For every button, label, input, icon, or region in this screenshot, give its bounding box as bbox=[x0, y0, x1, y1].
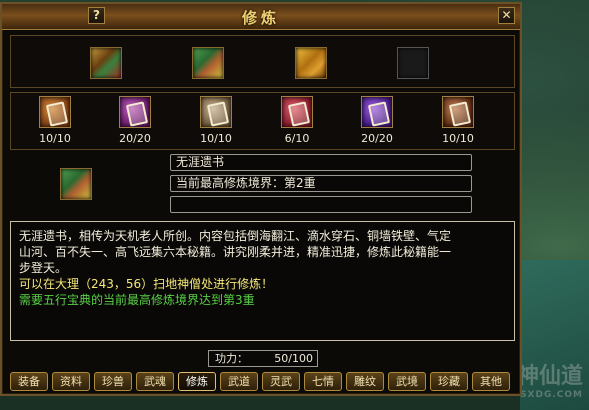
tab-spirit-weapon[interactable]: 灵武 bbox=[262, 372, 300, 391]
scroll-count: 10/10 bbox=[200, 132, 232, 145]
tab-cultivation[interactable]: 修炼 bbox=[178, 372, 216, 391]
close-button[interactable]: ✕ bbox=[498, 7, 515, 24]
tab-profile[interactable]: 资料 bbox=[52, 372, 90, 391]
tab-emotions[interactable]: 七情 bbox=[304, 372, 342, 391]
watermark-text: 神仙道 bbox=[516, 364, 583, 389]
watermark: 神仙道 SXDG.COM bbox=[517, 358, 583, 400]
scroll-count: 6/10 bbox=[284, 132, 310, 145]
scroll-icon[interactable] bbox=[361, 96, 393, 128]
tab-other[interactable]: 其他 bbox=[472, 372, 510, 391]
book-icon[interactable] bbox=[90, 47, 122, 79]
selected-book-icon[interactable] bbox=[60, 168, 92, 200]
book-name-field: 无涯遗书 bbox=[170, 154, 472, 171]
cultivation-window: ? 修炼 ✕ 10/10 20/20 10/10 6/10 20/20 10/1… bbox=[0, 2, 522, 396]
tab-equipment[interactable]: 装备 bbox=[10, 372, 48, 391]
scroll-icon[interactable] bbox=[281, 96, 313, 128]
power-display: 功力： 50/100 bbox=[208, 350, 318, 367]
book-info-panel: 无涯遗书 当前最高修炼境界：第2重 bbox=[10, 154, 515, 216]
scroll-icon[interactable] bbox=[442, 96, 474, 128]
power-value: 50/100 bbox=[274, 352, 313, 365]
scroll-icon[interactable] bbox=[39, 96, 71, 128]
tab-martial-soul[interactable]: 武魂 bbox=[136, 372, 174, 391]
window-title: 修炼 bbox=[241, 9, 280, 27]
description-text: 无涯遗书，相传为天机老人所创。内容包括倒海翻江、滴水穿石、铜墙铁壁、气定 山河、… bbox=[19, 228, 506, 308]
book-icon[interactable] bbox=[295, 47, 327, 79]
tab-pets[interactable]: 珍兽 bbox=[94, 372, 132, 391]
tab-collection[interactable]: 珍藏 bbox=[430, 372, 468, 391]
scroll-icon[interactable] bbox=[119, 96, 151, 128]
description-line: 无涯遗书，相传为天机老人所创。内容包括倒海翻江、滴水穿石、铜墙铁壁、气定 bbox=[19, 229, 452, 243]
scroll-count: 10/10 bbox=[39, 132, 71, 145]
scroll-count: 10/10 bbox=[442, 132, 474, 145]
requirement-hint: 需要五行宝典的当前最高修炼境界达到第3重 bbox=[19, 293, 255, 307]
description-box: 无涯遗书，相传为天机老人所创。内容包括倒海翻江、滴水穿石、铜墙铁壁、气定 山河、… bbox=[10, 221, 515, 341]
tab-engraving[interactable]: 雕纹 bbox=[346, 372, 384, 391]
tab-martial-realm[interactable]: 武境 bbox=[388, 372, 426, 391]
empty-slot-icon[interactable] bbox=[397, 47, 429, 79]
book-slots-panel bbox=[10, 35, 515, 88]
description-line: 步登天。 bbox=[19, 261, 68, 275]
realm-field: 当前最高修炼境界：第2重 bbox=[170, 175, 472, 192]
scroll-icon[interactable] bbox=[200, 96, 232, 128]
watermark-sub: SXDG.COM bbox=[520, 390, 583, 400]
description-line: 山河、百不失一、高飞远集六本秘籍。讲究刚柔并进，精准迅捷，修炼此秘籍能一 bbox=[19, 245, 452, 259]
title-bar[interactable]: ? 修炼 ✕ bbox=[2, 4, 520, 30]
scroll-count: 20/20 bbox=[119, 132, 151, 145]
book-icon[interactable] bbox=[192, 47, 224, 79]
tab-martial-way[interactable]: 武道 bbox=[220, 372, 258, 391]
extra-field bbox=[170, 196, 472, 213]
scroll-slots-panel: 10/10 20/20 10/10 6/10 20/20 10/10 bbox=[10, 92, 515, 150]
scroll-count: 20/20 bbox=[361, 132, 393, 145]
location-hint: 可以在大理（243，56）扫地神僧处进行修炼！ bbox=[19, 277, 274, 291]
power-label: 功力： bbox=[215, 352, 248, 365]
